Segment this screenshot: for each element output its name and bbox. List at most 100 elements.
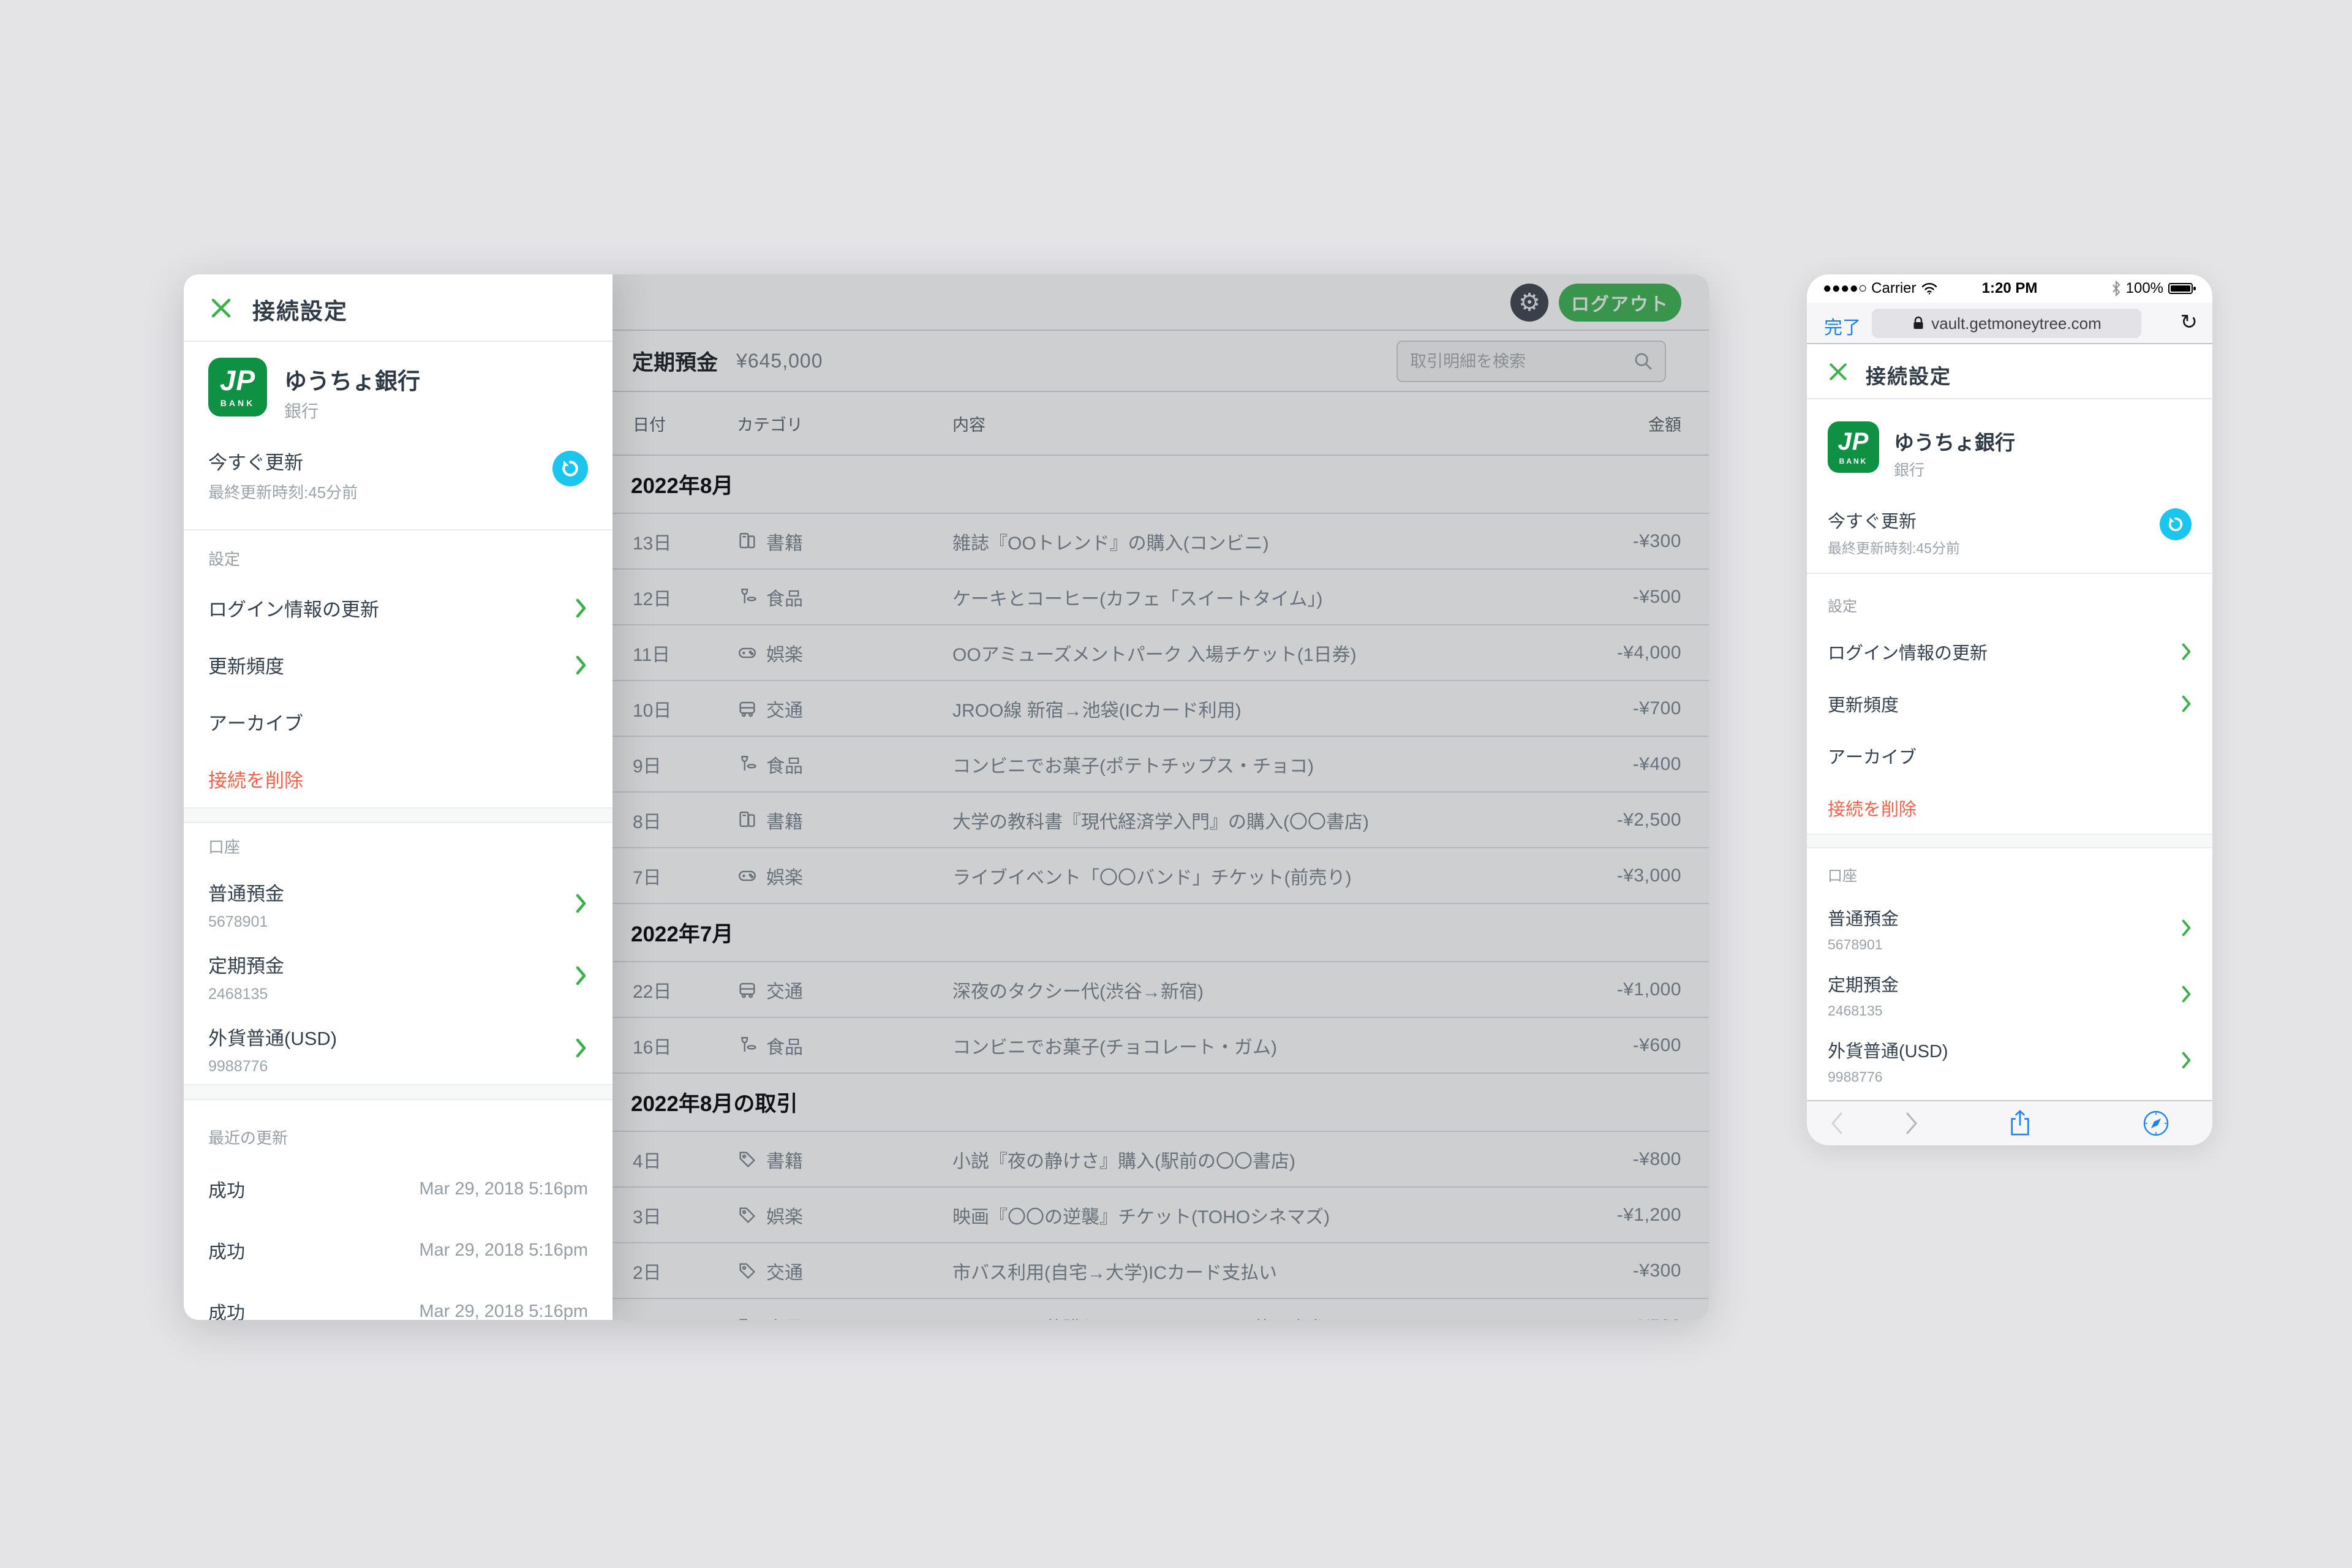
- transaction-row[interactable]: 7日 娯楽 ライブイベント「〇〇バンド」チケット(前売り) -¥3,000: [612, 848, 1709, 904]
- update-status: 成功: [208, 1237, 245, 1264]
- bus-icon: [737, 698, 758, 719]
- game-controller-icon: [737, 865, 758, 886]
- transaction-category: 食品: [766, 1032, 803, 1059]
- lock-icon: [1912, 315, 1925, 331]
- chevron-right-icon: [2182, 1052, 2192, 1069]
- refresh-now-label[interactable]: 今すぐ更新: [1828, 507, 1917, 533]
- transaction-row[interactable]: 4日 書籍 小説『夜の静けさ』購入(駅前の〇〇書店) -¥800: [612, 1132, 1709, 1188]
- update-status: 成功: [208, 1298, 245, 1320]
- transaction-row[interactable]: 2日 交通 市バス利用(自宅→大学)ICカード支払い -¥300: [612, 1243, 1709, 1299]
- account-item[interactable]: 外貨普通(USD) 9988776: [184, 1012, 612, 1084]
- account-item[interactable]: 定期預金 2468135: [184, 940, 612, 1012]
- account-item[interactable]: 普通預金 5678901: [184, 867, 612, 940]
- transaction-date: 13日: [633, 528, 737, 555]
- search-input[interactable]: [1398, 352, 1633, 371]
- transaction-date: 22日: [633, 976, 737, 1003]
- done-button[interactable]: 完了: [1824, 312, 1861, 339]
- transaction-category: 娯楽: [766, 639, 803, 666]
- iphone-safari-mockup: ●●●●○ Carrier 1:20 PM 100% 完了 vaul: [1807, 274, 2212, 1145]
- share-icon: [2008, 1109, 2032, 1137]
- tag-icon: [737, 1316, 758, 1321]
- game-controller-icon: [737, 643, 758, 663]
- transaction-category: 娯楽: [766, 1202, 803, 1229]
- transaction-row[interactable]: 3日 娯楽 映画『〇〇の逆襲』チケット(TOHOシネマズ) -¥1,200: [612, 1188, 1709, 1243]
- recent-update-row: 成功 Mar 29, 2018 5:16pm: [184, 1158, 612, 1219]
- url-bar[interactable]: vault.getmoneytree.com: [1872, 309, 2141, 338]
- transaction-date: 10日: [633, 695, 737, 722]
- chevron-right-icon: [576, 966, 587, 986]
- battery-percent-label: 100%: [2126, 280, 2163, 297]
- settings-list: ログイン情報の更新 更新頻度 アーカイブ: [184, 579, 612, 807]
- transaction-row[interactable]: 1日 食品 八百屋で野菜購入(トマト・ほうれん草・人参) -¥500: [612, 1299, 1709, 1320]
- refresh-button[interactable]: [552, 451, 588, 486]
- transaction-category: 交通: [766, 1257, 803, 1284]
- back-button[interactable]: [1830, 1111, 1844, 1136]
- safari-toolbar: 完了 vault.getmoneytree.com ↻: [1807, 303, 2212, 344]
- close-button[interactable]: [1828, 361, 1849, 382]
- transaction-amount: -¥2,500: [1617, 810, 1681, 831]
- transaction-amount: -¥4,000: [1617, 643, 1681, 663]
- recent-update-row: 成功 Mar 29, 2018 5:16pm: [184, 1281, 612, 1320]
- transaction-category: 食品: [766, 1313, 803, 1321]
- settings-item[interactable]: ログイン情報の更新: [184, 579, 612, 636]
- settings-item[interactable]: アーカイブ: [1807, 729, 2212, 782]
- transaction-row[interactable]: 12日 食品 ケーキとコーヒー(カフェ「スイートタイム」) -¥500: [612, 570, 1709, 625]
- transaction-row[interactable]: 8日 書籍 大学の教科書『現代経済学入門』の購入(〇〇書店) -¥2,500: [612, 793, 1709, 848]
- transaction-row[interactable]: 10日 交通 JROO線 新宿→池袋(ICカード利用) -¥700: [612, 681, 1709, 737]
- recent-section-label: 最近の更新: [184, 1100, 612, 1158]
- refresh-now-label[interactable]: 今すぐ更新: [208, 447, 303, 475]
- url-text: vault.getmoneytree.com: [1931, 314, 2101, 333]
- settings-item[interactable]: ログイン情報の更新: [1807, 625, 2212, 677]
- transaction-category: 食品: [766, 584, 803, 611]
- logout-button[interactable]: ログアウト: [1559, 284, 1681, 322]
- transaction-amount: -¥800: [1633, 1149, 1681, 1170]
- group-separator: [1807, 834, 2212, 848]
- close-button[interactable]: [209, 296, 233, 320]
- clock-label: 1:20 PM: [1982, 280, 2038, 297]
- food-icon: [737, 1035, 758, 1056]
- food-icon: [737, 754, 758, 775]
- settings-item[interactable]: アーカイブ: [184, 693, 612, 750]
- tag-icon: [737, 1205, 758, 1226]
- transaction-row[interactable]: 11日 娯楽 OOアミューズメントパーク 入場チケット(1日券) -¥4,000: [612, 625, 1709, 681]
- transaction-amount: -¥700: [1633, 698, 1681, 719]
- connection-settings-modal: 接続設定 JP BANK ゆうちょ銀行 銀行 今すぐ更新 最終更新時刻:45分前…: [184, 274, 612, 1320]
- transaction-row[interactable]: 22日 交通 深夜のタクシー代(渋谷→新宿) -¥1,000: [612, 962, 1709, 1018]
- chevron-left-icon: [1830, 1111, 1844, 1136]
- transaction-search-box[interactable]: [1396, 341, 1666, 382]
- transaction-description: OOアミューズメントパーク 入場チケット(1日券): [952, 639, 1617, 666]
- transaction-date: 12日: [633, 584, 737, 611]
- transaction-category: 書籍: [766, 807, 803, 834]
- settings-item[interactable]: 接続を削除: [184, 750, 612, 807]
- forward-button[interactable]: [1905, 1111, 1918, 1136]
- account-item[interactable]: 普通預金 5678901: [1807, 895, 2212, 961]
- transaction-description: 雑誌『OOトレンド』の購入(コンビニ): [952, 528, 1633, 555]
- account-item[interactable]: 外貨普通(USD) 9988776: [1807, 1027, 2212, 1093]
- settings-gear-button[interactable]: ⚙: [1510, 284, 1548, 322]
- transaction-date: 11日: [633, 639, 737, 666]
- table-header: 日付 カテゴリ 内容 金額: [612, 392, 1709, 456]
- settings-item[interactable]: 接続を削除: [1807, 782, 2212, 834]
- transaction-row[interactable]: 16日 食品 コンビニでお菓子(チョコレート・ガム) -¥600: [612, 1018, 1709, 1074]
- transaction-description: ケーキとコーヒー(カフェ「スイートタイム」): [952, 584, 1633, 611]
- month-section-header: 2022年7月: [612, 904, 1709, 962]
- book-icon: [737, 810, 758, 831]
- share-button[interactable]: [2008, 1109, 2032, 1137]
- transaction-row[interactable]: 13日 書籍 雑誌『OOトレンド』の購入(コンビニ) -¥300: [612, 514, 1709, 570]
- transaction-row[interactable]: 9日 食品 コンビニでお菓子(ポテトチップス・チョコ) -¥400: [612, 737, 1709, 793]
- reload-icon[interactable]: ↻: [2180, 310, 2198, 334]
- refresh-button[interactable]: [2160, 508, 2192, 540]
- chevron-right-icon: [2182, 643, 2192, 660]
- group-separator: [184, 807, 612, 823]
- transaction-date: 8日: [633, 807, 737, 834]
- bus-icon: [737, 979, 758, 1000]
- phone-modal-header: 接続設定: [1807, 345, 2212, 399]
- settings-item[interactable]: 更新頻度: [184, 636, 612, 693]
- compass-button[interactable]: [2143, 1110, 2169, 1137]
- settings-item[interactable]: 更新頻度: [1807, 677, 2212, 729]
- account-item[interactable]: 定期預金 2468135: [1807, 961, 2212, 1027]
- transaction-amount: -¥300: [1633, 1261, 1681, 1281]
- close-icon: [1828, 361, 1849, 382]
- transaction-amount: -¥1,000: [1617, 979, 1681, 1000]
- transaction-date: 1日: [633, 1313, 737, 1321]
